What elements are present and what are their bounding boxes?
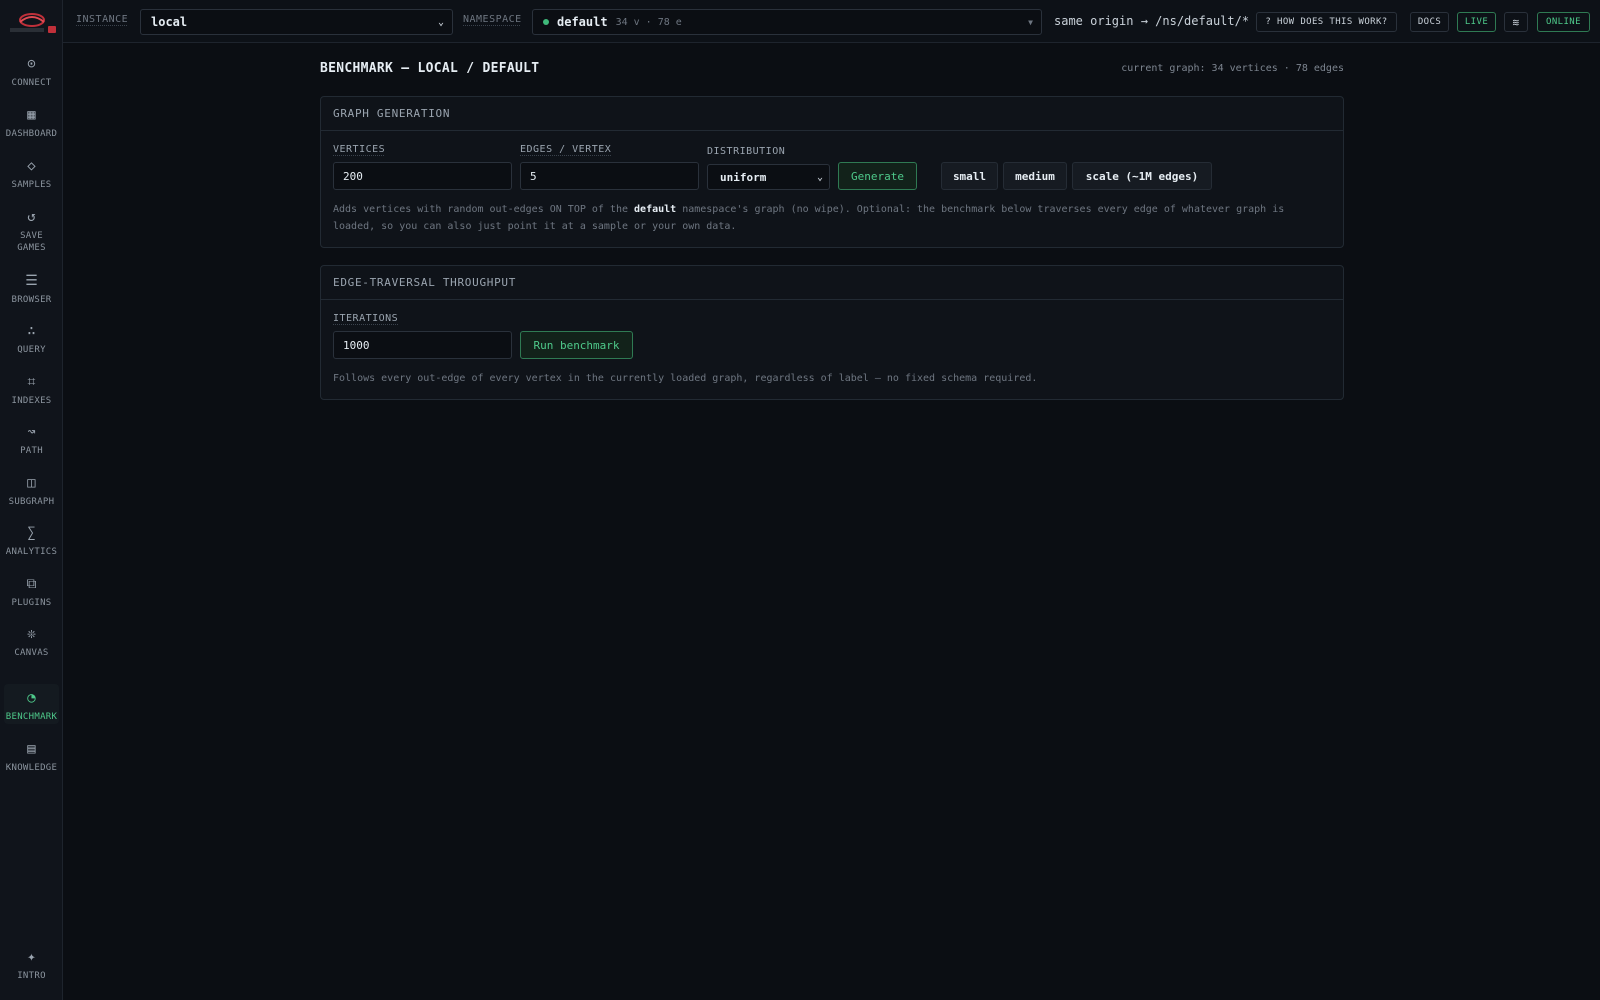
gauge-icon: ◔ (27, 690, 36, 706)
sidebar-item-plugins[interactable]: ⧉ PLUGINS (4, 576, 59, 610)
subgraph-icon: ◫ (27, 475, 36, 491)
path-icon: ↝ (27, 424, 36, 440)
query-icon: ∴ (27, 323, 36, 339)
edge-traversal-heading: EDGE-TRAVERSAL THROUGHPUT (321, 266, 1343, 300)
sparkle-icon: ✦ (27, 949, 36, 965)
edges-per-vertex-input[interactable] (520, 162, 699, 190)
live-button[interactable]: LIVE (1457, 12, 1496, 32)
preset-medium-button[interactable]: medium (1003, 162, 1067, 190)
edges-per-vertex-label: EDGES / VERTEX (520, 144, 612, 155)
canvas-icon: ❊ (27, 626, 36, 642)
iterations-input[interactable] (333, 331, 512, 359)
instance-select[interactable]: local ⌄ (140, 9, 453, 35)
origin-text: same origin → /ns/default/* (1054, 14, 1250, 28)
sidebar-item-benchmark[interactable]: ◔ BENCHMARK (4, 684, 59, 724)
page-title: BENCHMARK — LOCAL / DEFAULT (320, 61, 540, 76)
sidebar-item-analytics[interactable]: ∑ ANALYTICS (4, 525, 59, 559)
preset-scale-button[interactable]: scale (~1M edges) (1072, 162, 1212, 190)
sidebar: ⊙ CONNECT ▦ DASHBOARD ◇ SAMPLES ↺ SAVE G… (0, 0, 63, 1000)
chevron-down-icon: ⌄ (437, 16, 444, 28)
theme-toggle-icon[interactable]: ≋ (1504, 12, 1528, 32)
distribution-select[interactable]: uniform ⌄ (707, 164, 830, 190)
sidebar-item-save-games[interactable]: ↺ SAVE GAMES (4, 209, 59, 257)
sidebar-item-browser[interactable]: ☰ BROWSER (4, 273, 59, 307)
sidebar-item-samples[interactable]: ◇ SAMPLES (4, 158, 59, 192)
status-badge: ONLINE (1537, 12, 1590, 32)
grid-icon: ▦ (27, 107, 36, 123)
generation-help-text: Adds vertices with random out-edges ON T… (333, 204, 1285, 232)
sidebar-item-path[interactable]: ↝ PATH (4, 424, 59, 458)
graph-generation-heading: GRAPH GENERATION (321, 97, 1343, 131)
topbar: INSTANCE local ⌄ NAMESPACE default 34 v … (63, 0, 1600, 43)
sidebar-item-canvas[interactable]: ❊ CANVAS (4, 626, 59, 660)
help-button[interactable]: ? HOW DOES THIS WORK? (1256, 12, 1397, 32)
sidebar-item-dashboard[interactable]: ▦ DASHBOARD (4, 107, 59, 141)
hash-grid-icon: ⌗ (27, 374, 36, 390)
app-logo (10, 13, 56, 33)
docs-button[interactable]: DOCS (1410, 12, 1449, 32)
instance-value: local (151, 15, 188, 29)
sidebar-item-knowledge[interactable]: ▤ KNOWLEDGE (4, 741, 59, 775)
vertices-input[interactable] (333, 162, 512, 190)
sidebar-item-indexes[interactable]: ⌗ INDEXES (4, 374, 59, 408)
chevron-down-icon: ⌄ (816, 171, 823, 183)
triangle-down-icon: ▼ (1028, 17, 1033, 27)
book-icon: ▤ (27, 741, 36, 757)
list-icon: ☰ (25, 273, 38, 289)
graph-info: current graph: 34 vertices · 78 edges (1121, 63, 1344, 74)
diamond-icon: ◇ (27, 158, 36, 174)
sigma-icon: ∑ (27, 525, 36, 541)
distribution-label: DISTRIBUTION (707, 146, 786, 157)
iterations-label: ITERATIONS (333, 313, 399, 324)
graph-generation-panel: GRAPH GENERATION VERTICES EDGES / VERTEX… (320, 96, 1344, 248)
status-dot-icon (543, 19, 549, 25)
instance-label: INSTANCE (76, 14, 129, 25)
run-benchmark-button[interactable]: Run benchmark (520, 331, 633, 359)
preset-small-button[interactable]: small (941, 162, 998, 190)
distribution-value: uniform (720, 170, 767, 184)
namespace-select[interactable]: default 34 v · 78 e ▼ (532, 9, 1042, 35)
sidebar-item-connect[interactable]: ⊙ CONNECT (4, 56, 59, 90)
sidebar-item-query[interactable]: ∴ QUERY (4, 323, 59, 357)
sidebar-item-subgraph[interactable]: ◫ SUBGRAPH (4, 475, 59, 509)
generate-button[interactable]: Generate (838, 162, 917, 190)
plugins-icon: ⧉ (26, 576, 37, 592)
namespace-value: default (557, 15, 608, 29)
namespace-meta: 34 v · 78 e (615, 16, 682, 28)
traversal-help-text: Follows every out-edge of every vertex i… (333, 373, 1038, 384)
vertices-label: VERTICES (333, 144, 386, 155)
namespace-label: NAMESPACE (463, 14, 522, 25)
target-icon: ⊙ (27, 56, 36, 72)
edge-traversal-panel: EDGE-TRAVERSAL THROUGHPUT ITERATIONS Run… (320, 265, 1344, 400)
sidebar-item-intro[interactable]: ✦ INTRO (4, 949, 59, 983)
refresh-icon: ↺ (27, 209, 36, 225)
